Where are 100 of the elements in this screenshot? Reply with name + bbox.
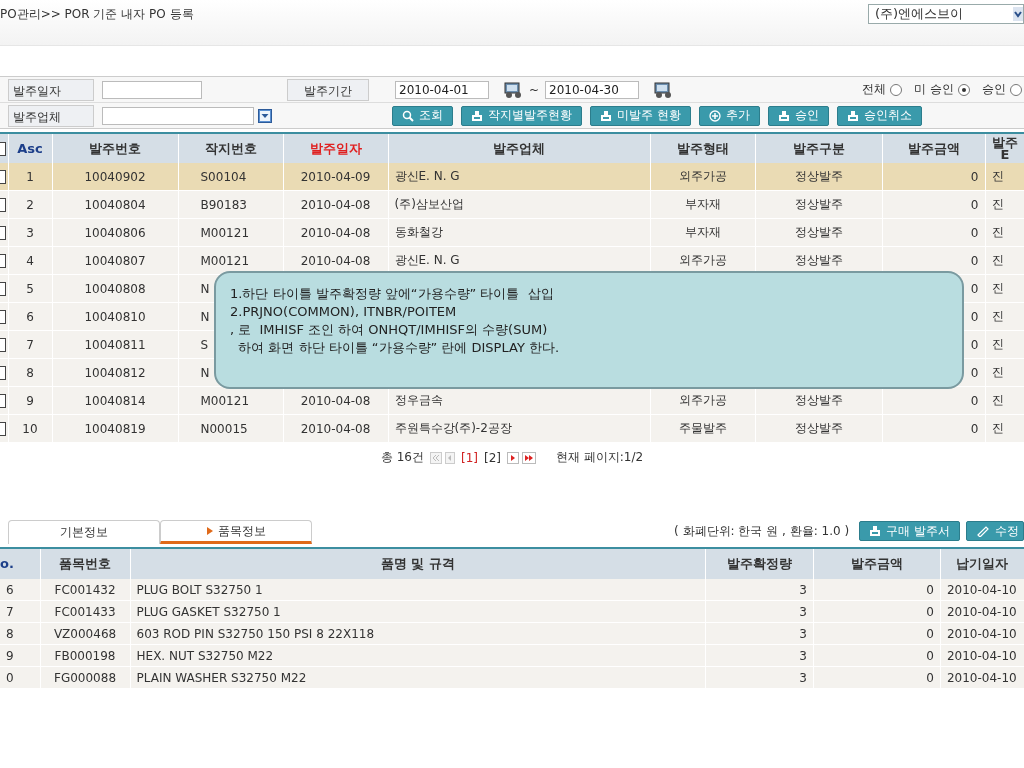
range-separator: ~	[529, 82, 540, 97]
table-cell: 2	[26, 197, 34, 212]
order-row[interactable]: 9 10040814 M00121 2010-04-08 정우금속 외주가공 정상발주 0 진	[0, 386, 1024, 415]
table-cell: 5	[26, 281, 34, 296]
table-cell: 2010-04-08	[300, 197, 371, 212]
column-header[interactable]: 품명 및 규격	[130, 548, 706, 579]
table-cell: 2010-04-10	[946, 626, 1017, 641]
last-page-icon[interactable]	[521, 451, 536, 464]
column-header[interactable]: Asc	[8, 133, 52, 163]
page-link[interactable]: [2]	[483, 450, 501, 465]
table-cell: 0	[926, 648, 934, 663]
table-cell: 부자재	[684, 225, 721, 239]
table-cell: 0	[926, 582, 934, 597]
current-page: 현재 페이지:1/2	[555, 449, 644, 466]
table-cell: 0	[970, 393, 979, 408]
vendor-field[interactable]	[102, 106, 254, 125]
next-page-icon[interactable]	[506, 451, 519, 464]
table-cell: 9	[6, 648, 14, 663]
table-cell: 603 ROD PIN S32750 150 PSI 8 22X118	[136, 626, 375, 641]
radio-option[interactable]: 전체	[862, 81, 903, 98]
date-from-field[interactable]: 2010-04-01	[395, 80, 489, 99]
column-header[interactable]: 발주확정량	[705, 548, 814, 579]
table-cell: 6	[26, 309, 34, 324]
table-cell: 10040806	[84, 225, 146, 240]
order-row[interactable]: 2 10040804 B90183 2010-04-08 (주)삼보산업 부자재 정상발주 0 진	[0, 190, 1024, 219]
search-icon	[402, 109, 414, 122]
table-cell: 진	[991, 281, 1004, 295]
table-cell: 진	[991, 197, 1004, 211]
table-cell: 7	[26, 337, 34, 352]
column-header[interactable]: 발주금액	[813, 548, 941, 579]
table-cell: 정상발주	[794, 197, 843, 211]
dropdown-icon[interactable]	[258, 108, 272, 123]
table-cell: 3	[26, 225, 34, 240]
column-header[interactable]: 발주번호	[52, 133, 178, 163]
page-link[interactable]: [1]	[460, 450, 478, 465]
column-header[interactable]: 발주형태	[650, 133, 755, 163]
table-cell: 0	[970, 169, 979, 184]
table-cell: 주물발주	[678, 421, 727, 435]
table-cell: 광신E. N. G	[394, 253, 460, 267]
table-cell: 0	[970, 309, 979, 324]
table-cell: (주)삼보산업	[394, 197, 464, 211]
table-cell: M00121	[200, 225, 250, 240]
order-row[interactable]: 10 10040819 N00015 2010-04-08 주원특수강(주)-2공장 주물발주 정상발주 0 진	[0, 414, 1024, 443]
table-cell: 10040811	[84, 337, 146, 352]
table-cell: 외주가공	[678, 253, 727, 267]
radio-option[interactable]: 승인	[982, 81, 1022, 98]
column-header[interactable]: 발주업체	[388, 133, 650, 163]
table-cell: 10040808	[84, 281, 146, 296]
column-header[interactable]: o.	[0, 548, 40, 579]
table-cell: 0	[970, 421, 979, 436]
column-header[interactable]: 발주 E	[985, 133, 1024, 163]
field-label: 발주기간	[287, 78, 369, 101]
table-cell: N00015	[200, 421, 248, 436]
breadcrumb: PO관리>> POR 기준 내자 PO 등록	[0, 6, 194, 23]
table-cell: 4	[26, 253, 34, 268]
annotation-text: 하여 화면 하단 타이틀 “가용수량” 란에 DISPLAY 한다.	[237, 339, 561, 357]
column-header[interactable]: 품목번호	[40, 548, 131, 579]
column-header[interactable]: 작지번호	[178, 133, 283, 163]
table-cell: 진	[991, 421, 1004, 435]
column-header[interactable]: 발주금액	[882, 133, 985, 163]
table-cell: 진	[991, 225, 1004, 239]
table-cell: 0	[970, 365, 979, 380]
table-cell: 진	[991, 365, 1004, 379]
table-cell: 10040814	[84, 393, 146, 408]
table-cell: 10040819	[84, 421, 146, 436]
table-cell: 광신E. N. G	[394, 169, 460, 183]
table-cell: 6	[6, 582, 14, 597]
table-cell: 0	[970, 337, 979, 352]
column-header[interactable]: 납기일자	[940, 548, 1024, 579]
table-cell: 진	[991, 337, 1004, 351]
column-header[interactable]: 발주일자	[283, 133, 388, 163]
order-date-field[interactable]	[102, 80, 202, 99]
order-row[interactable]: 1 10040902 S00104 2010-04-09 광신E. N. G 외주가공 정상발주 0 진	[0, 163, 1024, 191]
table-cell: 외주가공	[678, 393, 727, 407]
table-cell: 2010-04-09	[300, 169, 371, 184]
table-cell: 진	[991, 393, 1004, 407]
tab[interactable]: 기본정보	[8, 520, 160, 544]
table-cell: 9	[26, 393, 34, 408]
table-cell: 0	[970, 225, 979, 240]
field-label: 발주업체	[8, 104, 94, 127]
radio-option[interactable]: 미 승인	[914, 81, 970, 98]
table-cell: 0	[6, 670, 14, 685]
table-cell: 3	[799, 648, 807, 663]
table-cell: 0	[970, 197, 979, 212]
order-row[interactable]: 3 10040806 M00121 2010-04-08 동화철강 부자재 정상발주 0 진	[0, 218, 1024, 247]
stamp-icon	[869, 525, 882, 537]
table-cell: FC001433	[54, 604, 116, 619]
stamp-icon	[471, 109, 483, 122]
annotation-text: 2.PRJNO(COMMON), ITNBR/POITEM	[230, 303, 458, 321]
table-cell: 정상발주	[794, 421, 843, 435]
tab[interactable]: 품목정보	[160, 520, 312, 544]
date-to-field[interactable]: 2010-04-30	[545, 80, 640, 99]
triangle-icon	[206, 527, 213, 535]
annotation-text: 1.하단 타이틀 발주확정량 앞에“가용수량” 타이틀 삽입	[230, 285, 555, 303]
column-header[interactable]: 발주구분	[755, 133, 882, 163]
company-select[interactable]: (주)엔에스브이	[868, 4, 1024, 24]
table-cell: 2010-04-10	[946, 582, 1017, 597]
table-cell: 1	[26, 169, 34, 184]
table-cell: 10040810	[84, 309, 146, 324]
table-cell: 외주가공	[678, 169, 727, 183]
